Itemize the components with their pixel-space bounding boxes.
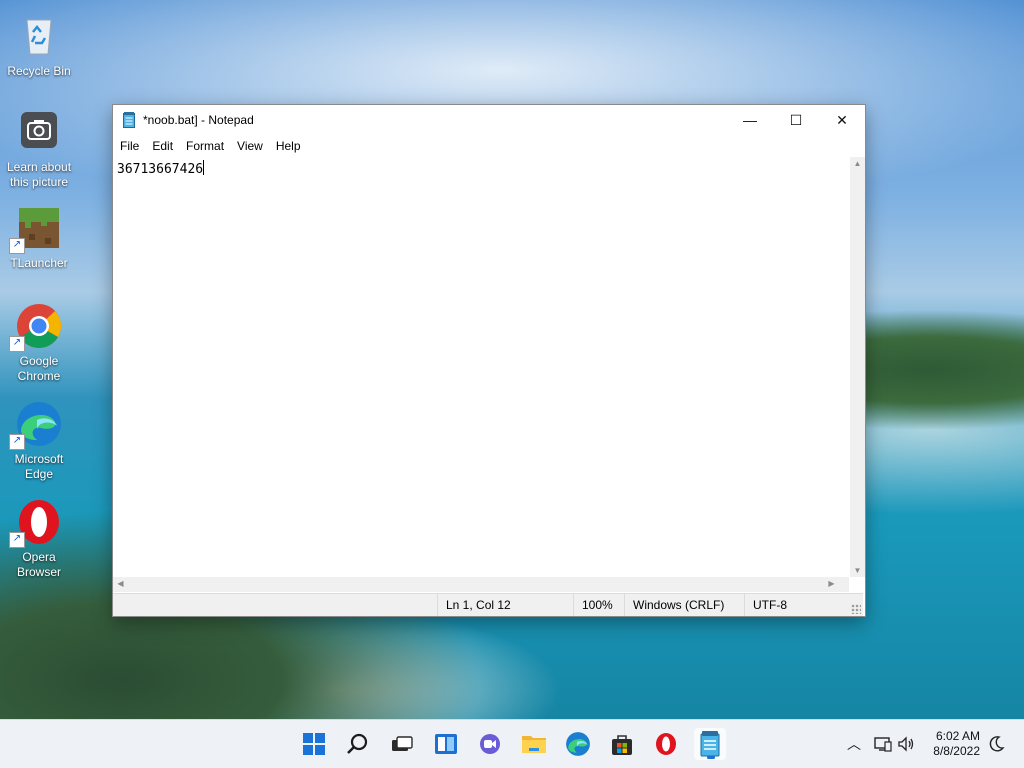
menu-bar: File Edit Format View Help <box>113 135 865 157</box>
start-icon <box>303 733 325 755</box>
clock-time: 6:02 AM <box>935 729 980 743</box>
menu-view[interactable]: View <box>232 137 271 155</box>
store-button[interactable] <box>606 728 638 760</box>
notepad-icon <box>123 112 135 128</box>
active-app-indicator <box>707 756 715 759</box>
scroll-down-icon[interactable]: ▼ <box>850 566 865 575</box>
edge-icon <box>566 732 590 756</box>
minecraft-block-icon: ↗ <box>9 204 63 254</box>
taskbar: ︿ 6:02 AM 8/8/2022 <box>0 719 1024 768</box>
notification-icon <box>989 736 1005 752</box>
maximize-icon: ☐ <box>789 111 803 128</box>
network-icon <box>874 737 892 752</box>
status-line-endings: Windows (CRLF) <box>624 594 744 616</box>
desktop-icon-learn-about-picture[interactable]: Learn about this picture <box>0 108 78 190</box>
desktop-icon-tlauncher[interactable]: ↗ TLauncher <box>0 204 78 271</box>
desktop-icon-label: Opera Browser <box>16 550 61 579</box>
status-encoding: UTF-8 <box>744 594 849 616</box>
status-cursor-position: Ln 1, Col 12 <box>437 594 573 616</box>
task-view-icon <box>392 736 413 751</box>
notepad-taskbar-button[interactable] <box>694 728 726 760</box>
desktop-icon-google-chrome[interactable]: ↗ Google Chrome <box>0 302 78 384</box>
widgets-icon <box>435 734 457 754</box>
status-zoom: 100% <box>573 594 624 616</box>
shortcut-arrow-icon: ↗ <box>9 336 25 352</box>
volume-button[interactable] <box>896 720 918 768</box>
desktop-icon-label: Microsoft Edge <box>14 452 64 481</box>
status-bar: Ln 1, Col 12 100% Windows (CRLF) UTF-8 <box>113 593 863 616</box>
desktop-icon-recycle-bin[interactable]: Recycle Bin <box>0 12 78 79</box>
minimize-button[interactable]: — <box>727 105 773 135</box>
vertical-scrollbar[interactable]: ▲ ▼ <box>850 157 865 577</box>
menu-format[interactable]: Format <box>181 137 232 155</box>
desktop-icon-label: Learn about this picture <box>6 160 72 189</box>
desktop-icon-opera-browser[interactable]: ↗ Opera Browser <box>0 498 78 580</box>
recycle-bin-icon <box>15 12 63 60</box>
maximize-button[interactable]: ☐ <box>773 105 819 135</box>
task-view-button[interactable] <box>386 728 418 760</box>
close-button[interactable]: ✕ <box>819 105 865 135</box>
search-button[interactable] <box>342 728 374 760</box>
scroll-up-icon[interactable]: ▲ <box>850 159 865 168</box>
menu-help[interactable]: Help <box>271 137 309 155</box>
clock[interactable]: 6:02 AM 8/8/2022 <box>933 729 980 759</box>
clock-date: 8/8/2022 <box>933 744 980 758</box>
title-bar[interactable]: *noob.bat] - Notepad — ☐ ✕ <box>113 105 865 135</box>
opera-icon: ↗ <box>9 498 63 548</box>
scroll-right-icon[interactable]: ▶ <box>824 579 839 588</box>
minimize-icon: — <box>743 112 757 128</box>
close-icon: ✕ <box>836 111 848 128</box>
file-explorer-icon <box>522 736 546 753</box>
window-title: *noob.bat] - Notepad <box>143 113 254 127</box>
chrome-icon: ↗ <box>9 302 63 352</box>
start-button[interactable] <box>298 728 330 760</box>
resize-grip-icon[interactable] <box>851 604 861 614</box>
desktop-icon-label: Recycle Bin <box>7 64 71 78</box>
edge-taskbar-button[interactable] <box>562 728 594 760</box>
shortcut-arrow-icon: ↗ <box>9 434 25 450</box>
chat-button[interactable] <box>474 728 506 760</box>
widgets-button[interactable] <box>430 728 462 760</box>
editor-text: 36713667426 <box>117 162 204 177</box>
text-editor[interactable]: 36713667426 <box>113 157 849 577</box>
opera-icon <box>656 733 676 755</box>
chat-icon <box>480 734 500 754</box>
network-button[interactable] <box>872 720 894 768</box>
desktop-icon-label: TLauncher <box>10 256 68 270</box>
menu-file[interactable]: File <box>115 137 147 155</box>
edge-icon: ↗ <box>9 400 63 450</box>
desktop-icon-microsoft-edge[interactable]: ↗ Microsoft Edge <box>0 400 78 482</box>
shortcut-arrow-icon: ↗ <box>9 238 25 254</box>
horizontal-scrollbar[interactable]: ◀ ▶ <box>113 577 849 592</box>
opera-taskbar-button[interactable] <box>650 728 682 760</box>
shortcut-arrow-icon: ↗ <box>9 532 25 548</box>
search-icon <box>347 733 368 754</box>
store-icon <box>612 735 632 755</box>
notification-button[interactable] <box>986 720 1008 768</box>
chevron-up-icon: ︿ <box>847 736 861 752</box>
desktop-icon-label: Google Chrome <box>17 354 61 383</box>
camera-icon <box>15 108 63 156</box>
show-hidden-icons-button[interactable]: ︿ <box>842 720 866 768</box>
file-explorer-button[interactable] <box>518 728 550 760</box>
volume-icon <box>898 736 914 752</box>
menu-edit[interactable]: Edit <box>147 137 181 155</box>
notepad-icon <box>700 731 720 757</box>
notepad-window: *noob.bat] - Notepad — ☐ ✕ File Edit For… <box>112 104 866 617</box>
scroll-left-icon[interactable]: ◀ <box>113 579 128 588</box>
text-caret <box>203 160 205 175</box>
